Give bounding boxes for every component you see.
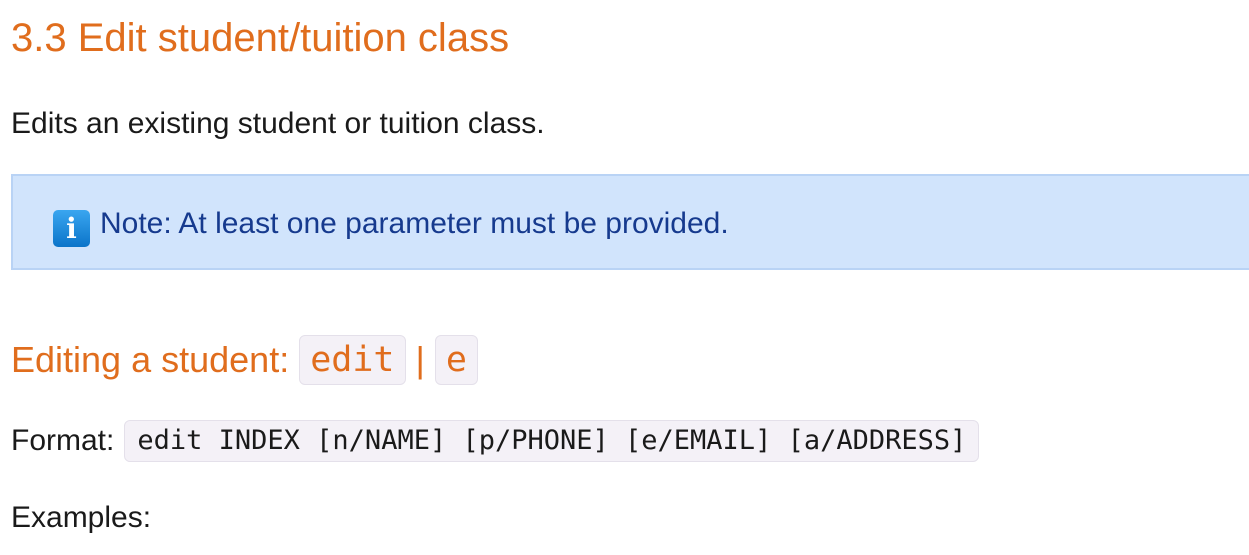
command-separator: | (415, 339, 425, 380)
alias-code: e (434, 335, 478, 385)
subsection-title: Editing a student: edit | e (11, 334, 478, 386)
subsection-title-prefix: Editing a student: (11, 339, 300, 380)
format-label: Format: (11, 424, 115, 457)
info-icon: i (53, 210, 90, 247)
command-code: edit (299, 335, 406, 385)
note-callout: i Note: At least one parameter must be p… (11, 174, 1249, 270)
section-title: 3.3 Edit student/tuition class (11, 16, 510, 60)
examples-label: Examples: (11, 501, 152, 534)
section-intro: Edits an existing student or tuition cla… (11, 107, 545, 140)
document-page: 3.3 Edit student/tuition class Edits an … (0, 0, 1249, 555)
format-command-code: edit INDEX [n/NAME] [p/PHONE] [e/EMAIL] … (124, 420, 980, 462)
format-line: Format: edit INDEX [n/NAME] [p/PHONE] [e… (11, 419, 980, 463)
note-text: Note: At least one parameter must be pro… (100, 207, 729, 240)
